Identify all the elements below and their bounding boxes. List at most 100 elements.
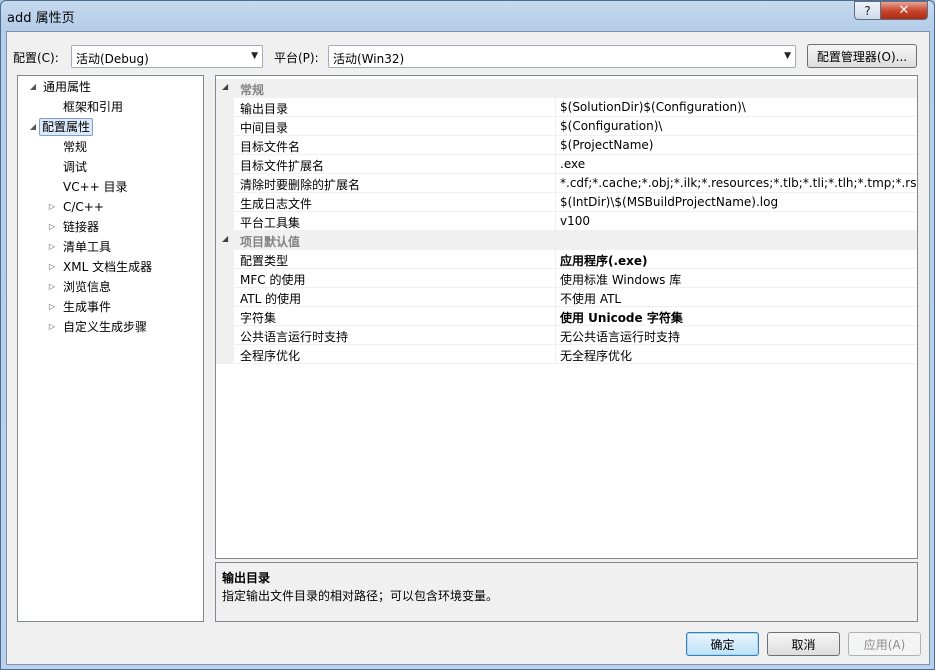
- config-manager-button[interactable]: 配置管理器(O)...: [807, 44, 917, 68]
- property-name: 清除时要删除的扩展名: [240, 178, 361, 192]
- ok-label: 确定: [710, 637, 735, 652]
- tree-item-label: C/C++: [63, 200, 104, 214]
- tree-item-label: 清单工具: [63, 240, 112, 254]
- collapsed-icon[interactable]: ▷: [47, 318, 57, 336]
- tree-item-label: 常规: [63, 140, 88, 154]
- property-row[interactable]: 目标文件名 $(ProjectName): [216, 136, 917, 155]
- property-name: 字符集: [240, 311, 277, 325]
- property-value[interactable]: *.cdf;*.cache;*.obj;*.ilk;*.resources;*.…: [560, 176, 917, 190]
- property-value[interactable]: 无全程序优化: [560, 347, 632, 364]
- property-name: 全程序优化: [240, 349, 301, 363]
- expanded-icon[interactable]: ◢: [28, 78, 38, 96]
- window-title: add 属性页: [7, 11, 75, 26]
- tree-item-configuration-properties[interactable]: ◢ 配置属性: [18, 118, 203, 136]
- tree-item-framework-references[interactable]: 框架和引用: [18, 98, 203, 116]
- tree-item-label: 配置属性: [39, 118, 94, 136]
- description-text: 指定输出文件目录的相对路径；可以包含环境变量。: [222, 589, 499, 603]
- property-value[interactable]: $(SolutionDir)$(Configuration)\: [560, 100, 746, 114]
- property-row[interactable]: 配置类型 应用程序(.exe): [216, 250, 917, 269]
- help-button[interactable]: ?: [854, 1, 881, 20]
- collapsed-icon[interactable]: ▷: [47, 238, 57, 256]
- property-value[interactable]: 应用程序(.exe): [560, 252, 648, 269]
- property-row[interactable]: 中间目录 $(Configuration)\: [216, 117, 917, 136]
- property-row[interactable]: 公共语言运行时支持 无公共语言运行时支持: [216, 326, 917, 345]
- config-manager-label: 配置管理器(O)...: [816, 49, 908, 64]
- property-name: 中间目录: [240, 121, 289, 135]
- tree-item-common-properties[interactable]: ◢ 通用属性: [18, 78, 203, 96]
- apply-button[interactable]: 应用(A): [848, 632, 921, 656]
- help-icon: ?: [864, 3, 871, 18]
- tree-item-manifest-tool[interactable]: ▷ 清单工具: [18, 238, 203, 256]
- property-name: MFC 的使用: [240, 273, 306, 287]
- property-row[interactable]: 字符集 使用 Unicode 字符集: [216, 307, 917, 326]
- property-value[interactable]: 不使用 ATL: [560, 290, 621, 307]
- property-name: 生成日志文件: [240, 197, 313, 211]
- close-button[interactable]: ✕: [880, 1, 928, 20]
- property-value[interactable]: $(Configuration)\: [560, 119, 662, 133]
- collapsed-icon[interactable]: ▷: [47, 198, 57, 216]
- tree-item-label: 链接器: [63, 220, 100, 234]
- property-name: 目标文件扩展名: [240, 159, 325, 173]
- tree-item-linker[interactable]: ▷ 链接器: [18, 218, 203, 236]
- collapsed-icon[interactable]: ▷: [47, 278, 57, 296]
- title-bar[interactable]: add 属性页 ? ✕: [1, 1, 934, 29]
- property-name: 输出目录: [240, 102, 289, 116]
- tree-item-general[interactable]: 常规: [18, 138, 203, 156]
- expanded-icon[interactable]: ◢: [28, 118, 38, 136]
- cancel-button[interactable]: 取消: [767, 632, 840, 656]
- config-label: 配置(C):: [13, 51, 59, 65]
- property-value[interactable]: 无公共语言运行时支持: [560, 328, 680, 345]
- category-label: 项目默认值: [240, 235, 301, 249]
- tree-item-vc-directories[interactable]: VC++ 目录: [18, 178, 203, 196]
- property-value[interactable]: 使用标准 Windows 库: [560, 271, 681, 288]
- property-row[interactable]: 目标文件扩展名 .exe: [216, 155, 917, 174]
- property-value[interactable]: .exe: [560, 157, 585, 171]
- property-row[interactable]: 生成日志文件 $(IntDir)\$(MSBuildProjectName).lo…: [216, 193, 917, 212]
- tree-item-debugging[interactable]: 调试: [18, 158, 203, 176]
- property-grid: ◢ 常规 输出目录 $(SolutionDir)$(Configuration)\…: [215, 75, 918, 559]
- property-row[interactable]: ATL 的使用 不使用 ATL: [216, 288, 917, 307]
- property-row[interactable]: 全程序优化 无全程序优化: [216, 345, 917, 364]
- description-title: 输出目录: [222, 571, 271, 585]
- property-name: 配置类型: [240, 254, 289, 268]
- platform-label: 平台(P):: [274, 51, 319, 65]
- cancel-label: 取消: [791, 637, 816, 652]
- tree-item-xml-doc-generator[interactable]: ▷ XML 文档生成器: [18, 258, 203, 276]
- property-row[interactable]: 清除时要删除的扩展名 *.cdf;*.cache;*.obj;*.ilk;*.re…: [216, 174, 917, 193]
- tree-item-label: 调试: [63, 160, 88, 174]
- collapsed-icon[interactable]: ▷: [47, 298, 57, 316]
- tree-item-browse-information[interactable]: ▷ 浏览信息: [18, 278, 203, 296]
- properties-dialog: add 属性页 ? ✕ 配置(C): 活动(Debug) ▼ 平台(P): 活动…: [0, 0, 935, 670]
- property-tree[interactable]: ◢ 通用属性 框架和引用 ◢ 配置属性 常规 调试 VC++ 目录 ▷ C/C+…: [17, 75, 204, 622]
- property-row[interactable]: 输出目录 $(SolutionDir)$(Configuration)\: [216, 98, 917, 117]
- apply-label: 应用(A): [863, 637, 906, 652]
- property-value[interactable]: $(ProjectName): [560, 138, 653, 152]
- tree-item-label: 框架和引用: [63, 100, 124, 114]
- config-value: 活动(Debug): [76, 52, 149, 66]
- property-value[interactable]: $(IntDir)\$(MSBuildProjectName).log: [560, 195, 778, 209]
- close-icon: ✕: [898, 3, 910, 18]
- property-row[interactable]: 平台工具集 v100: [216, 212, 917, 231]
- property-name: ATL 的使用: [240, 292, 302, 306]
- tree-item-label: XML 文档生成器: [63, 260, 153, 274]
- property-value[interactable]: v100: [560, 214, 590, 228]
- expanded-icon[interactable]: ◢: [222, 82, 228, 91]
- ok-button[interactable]: 确定: [686, 632, 759, 656]
- property-value[interactable]: 使用 Unicode 字符集: [560, 309, 683, 326]
- dialog-client-area: 配置(C): 活动(Debug) ▼ 平台(P): 活动(Win32) ▼ 配置…: [6, 31, 930, 665]
- platform-value: 活动(Win32): [333, 52, 405, 66]
- config-select[interactable]: 活动(Debug) ▼: [71, 45, 263, 68]
- category-general[interactable]: ◢ 常规: [216, 79, 917, 98]
- tree-item-c-cpp[interactable]: ▷ C/C++: [18, 198, 203, 216]
- expanded-icon[interactable]: ◢: [222, 234, 228, 243]
- tree-item-custom-build-step[interactable]: ▷ 自定义生成步骤: [18, 318, 203, 336]
- platform-select[interactable]: 活动(Win32) ▼: [328, 45, 796, 68]
- property-row[interactable]: MFC 的使用 使用标准 Windows 库: [216, 269, 917, 288]
- category-project-defaults[interactable]: ◢ 项目默认值: [216, 231, 917, 250]
- category-label: 常规: [240, 83, 265, 97]
- tree-item-label: 自定义生成步骤: [63, 320, 148, 334]
- collapsed-icon[interactable]: ▷: [47, 218, 57, 236]
- tree-item-build-events[interactable]: ▷ 生成事件: [18, 298, 203, 316]
- tree-item-label: 生成事件: [63, 300, 112, 314]
- collapsed-icon[interactable]: ▷: [47, 258, 57, 276]
